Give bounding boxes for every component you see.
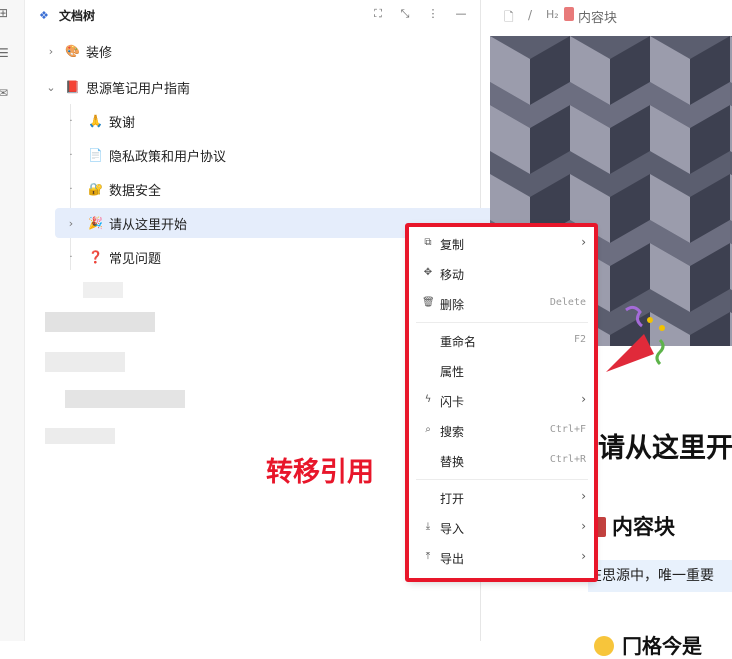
chevron-down-icon[interactable]: ⌄ <box>45 81 57 94</box>
menu-item-rename[interactable]: 重命名 F2 <box>416 327 586 355</box>
doc-tree-icon[interactable]: ⊞ <box>0 6 12 20</box>
move-icon: ✥ <box>423 267 433 278</box>
block-icon <box>564 7 574 21</box>
focus-icon[interactable]: ⛶ <box>370 6 386 22</box>
doc-tree-header: ❖ 文档树 ⛶ ⤡ ⋮ — <box>25 0 480 30</box>
lock-icon: 🔐 <box>88 182 103 196</box>
collapse-icon[interactable]: ⤡ <box>397 6 413 22</box>
party-popper-decoration <box>600 300 680 380</box>
menu-item-delete[interactable]: 🗑 删除 Delete <box>416 290 586 318</box>
minimize-icon[interactable]: — <box>453 6 469 22</box>
chevron-right-icon: › <box>581 489 586 503</box>
page-title[interactable]: 请从这里开 <box>598 426 732 465</box>
breadcrumb: 🗋 / H₂ 内容块 <box>490 0 732 30</box>
party-popper-icon: 🎉 <box>88 216 103 230</box>
blurred-region <box>65 390 185 408</box>
doc-tree-icon: ❖ <box>39 9 49 22</box>
side-rail: ⊞ ☰ ✉ <box>0 0 25 641</box>
flash-icon: ϟ <box>424 394 432 405</box>
menu-item-export[interactable]: ⤒ 导出 › <box>416 544 586 572</box>
bullet-icon: · <box>69 251 73 263</box>
tree-item-label: 装修 <box>86 45 113 61</box>
blurred-region <box>45 312 155 332</box>
copy-icon: ⧉ <box>424 237 432 248</box>
menu-item-open[interactable]: 打开 › <box>416 484 586 512</box>
block-icon <box>594 517 606 537</box>
tree-item-thanks[interactable]: · 🙏 致谢 <box>45 106 471 136</box>
menu-item-flashcard[interactable]: ϟ 闪卡 › <box>416 387 586 415</box>
bullet-icon: · <box>69 149 73 161</box>
doc-icon[interactable]: 🗋 <box>504 8 514 29</box>
trash-icon: 🗑 <box>422 297 435 308</box>
inbox-icon[interactable]: ✉ <box>0 86 12 100</box>
smile-icon <box>594 636 614 656</box>
tree-item-privacy[interactable]: · 📄 隐私政策和用户协议 <box>45 140 471 170</box>
menu-separator <box>416 322 588 323</box>
breadcrumb-current[interactable]: 内容块 <box>578 7 617 26</box>
tree-item-decorate[interactable]: › 🎨 装修 <box>45 36 471 66</box>
tree-item-label: 隐私政策和用户协议 <box>109 149 227 165</box>
menu-item-replace[interactable]: 替换 Ctrl+R <box>416 447 586 475</box>
export-icon: ⤒ <box>425 551 431 562</box>
search-icon: ⌕ <box>425 424 431 435</box>
menu-separator <box>416 479 588 480</box>
chevron-right-icon: › <box>581 549 586 563</box>
menu-item-move[interactable]: ✥ 移动 <box>416 260 586 288</box>
menu-item-copy[interactable]: ⧉ 复制 › <box>416 230 586 258</box>
doc-tree-title: 文档树 <box>59 9 96 23</box>
heading-tag: H₂ <box>546 8 559 21</box>
chevron-right-icon[interactable]: › <box>65 217 77 230</box>
chevron-right-icon: › <box>581 519 586 533</box>
bullet-icon: · <box>69 115 73 127</box>
document-icon: 📄 <box>88 148 103 162</box>
section-heading[interactable]: 内容块 <box>594 511 675 541</box>
menu-item-attributes[interactable]: 属性 <box>416 357 586 385</box>
blurred-region <box>45 428 115 444</box>
menu-item-import[interactable]: ⤓ 导入 › <box>416 514 586 542</box>
tree-item-user-guide[interactable]: ⌄ 📕 思源笔记用户指南 <box>45 72 471 102</box>
outline-icon[interactable]: ☰ <box>0 46 12 60</box>
tree-item-label: 致谢 <box>109 115 136 131</box>
chevron-right-icon: › <box>581 392 586 406</box>
chevron-right-icon[interactable]: › <box>45 45 57 58</box>
bullet-icon: · <box>69 183 73 195</box>
blurred-region <box>83 282 123 298</box>
tree-item-label: 思源笔记用户指南 <box>86 81 191 97</box>
question-icon: ❓ <box>88 250 103 264</box>
palette-icon: 🎨 <box>65 44 80 58</box>
context-menu: ⧉ 复制 › ✥ 移动 🗑 删除 Delete 重命名 F2 属性 ϟ 闪卡 ›… <box>408 225 595 581</box>
section-heading[interactable]: 冂格今是 <box>594 630 702 659</box>
annotation-label: 转移引用 <box>266 457 374 488</box>
import-icon: ⤓ <box>425 521 431 532</box>
menu-item-search[interactable]: ⌕ 搜索 Ctrl+F <box>416 417 586 445</box>
paragraph-block[interactable]: 在思源中，唯一重要 <box>588 560 732 592</box>
breadcrumb-separator: / <box>528 8 533 22</box>
chevron-right-icon: › <box>581 235 586 249</box>
tree-item-label: 请从这里开始 <box>109 217 188 233</box>
pray-icon: 🙏 <box>88 114 103 128</box>
book-icon: 📕 <box>65 80 80 94</box>
tree-item-label: 数据安全 <box>109 183 162 199</box>
blurred-region <box>45 352 125 372</box>
more-icon[interactable]: ⋮ <box>425 6 441 22</box>
tree-item-label: 常见问题 <box>109 251 162 267</box>
tree-item-security[interactable]: · 🔐 数据安全 <box>45 174 471 204</box>
